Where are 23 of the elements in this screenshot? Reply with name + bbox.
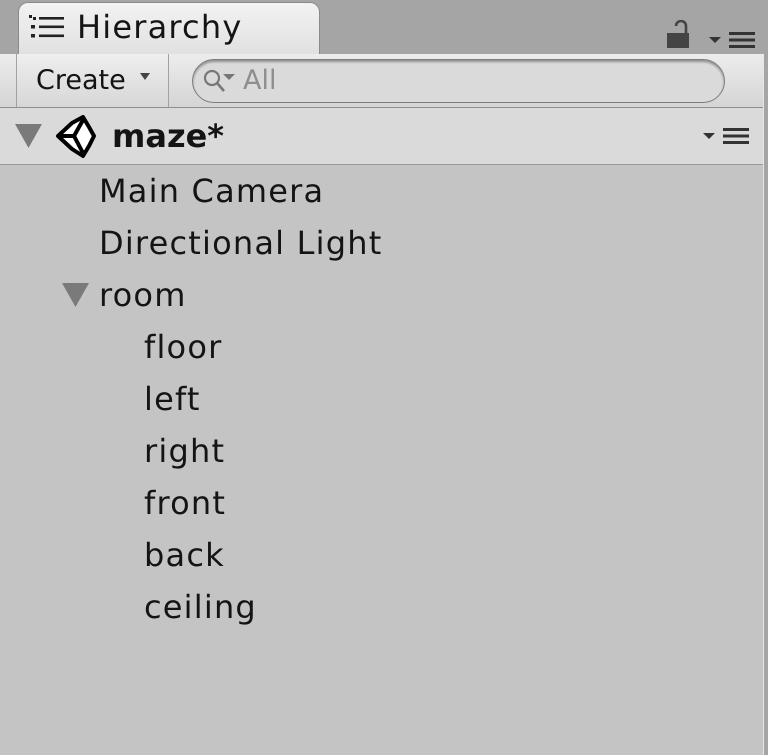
tree-item[interactable]: ceiling <box>144 588 257 626</box>
hierarchy-tab[interactable]: Hierarchy <box>18 2 320 54</box>
expand-triangle-icon[interactable] <box>15 124 42 148</box>
scene-name: maze* <box>112 117 224 155</box>
options-menu-icon[interactable] <box>703 128 749 144</box>
scene-header[interactable]: maze* <box>0 108 763 165</box>
tree-item[interactable]: right <box>144 432 226 470</box>
tree-item[interactable]: left <box>144 380 201 418</box>
options-menu-icon[interactable] <box>709 32 755 48</box>
padlock-icon[interactable] <box>667 20 689 48</box>
tree-item[interactable]: floor <box>144 328 222 366</box>
search-icon <box>202 68 236 94</box>
create-button[interactable]: Create <box>16 54 169 107</box>
tree-item[interactable]: Directional Light <box>99 224 382 262</box>
tree-item[interactable]: front <box>144 484 226 522</box>
expand-triangle-icon[interactable] <box>62 283 89 307</box>
caret-icon <box>140 73 150 80</box>
cube-icon <box>55 114 97 158</box>
search-field[interactable]: All <box>192 58 725 102</box>
list-icon <box>28 14 64 40</box>
tree-item[interactable]: room <box>99 276 187 314</box>
tree-item[interactable]: Main Camera <box>99 172 324 210</box>
tree-item[interactable]: back <box>144 536 225 574</box>
